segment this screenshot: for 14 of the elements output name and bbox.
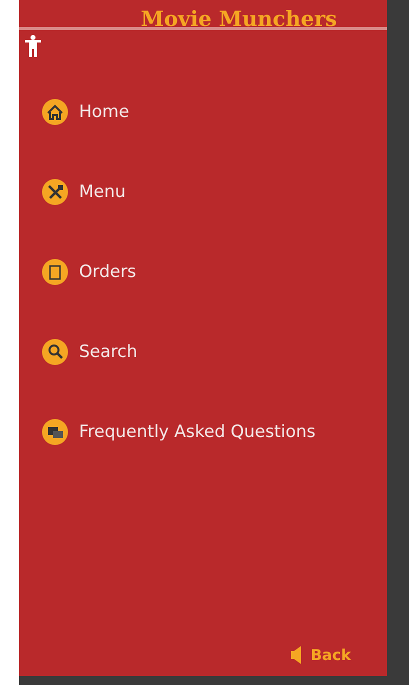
nav-item[interactable]: Menu bbox=[41, 179, 387, 205]
search-icon bbox=[41, 338, 69, 366]
menu-icon bbox=[41, 178, 69, 206]
nav-item[interactable]: Orders bbox=[41, 259, 387, 285]
nav-item[interactable]: Frequently Asked Questions bbox=[41, 419, 387, 445]
nav-item[interactable]: Home bbox=[41, 99, 387, 125]
faq-icon bbox=[41, 418, 69, 446]
app-title: Movie Munchers bbox=[140, 6, 337, 27]
back-icon bbox=[290, 646, 301, 664]
nav-item[interactable]: Search bbox=[41, 339, 387, 365]
home-icon bbox=[41, 98, 69, 126]
person-icon[interactable] bbox=[25, 35, 41, 57]
orders-icon bbox=[41, 258, 69, 286]
back-link[interactable]: Back bbox=[290, 646, 351, 664]
